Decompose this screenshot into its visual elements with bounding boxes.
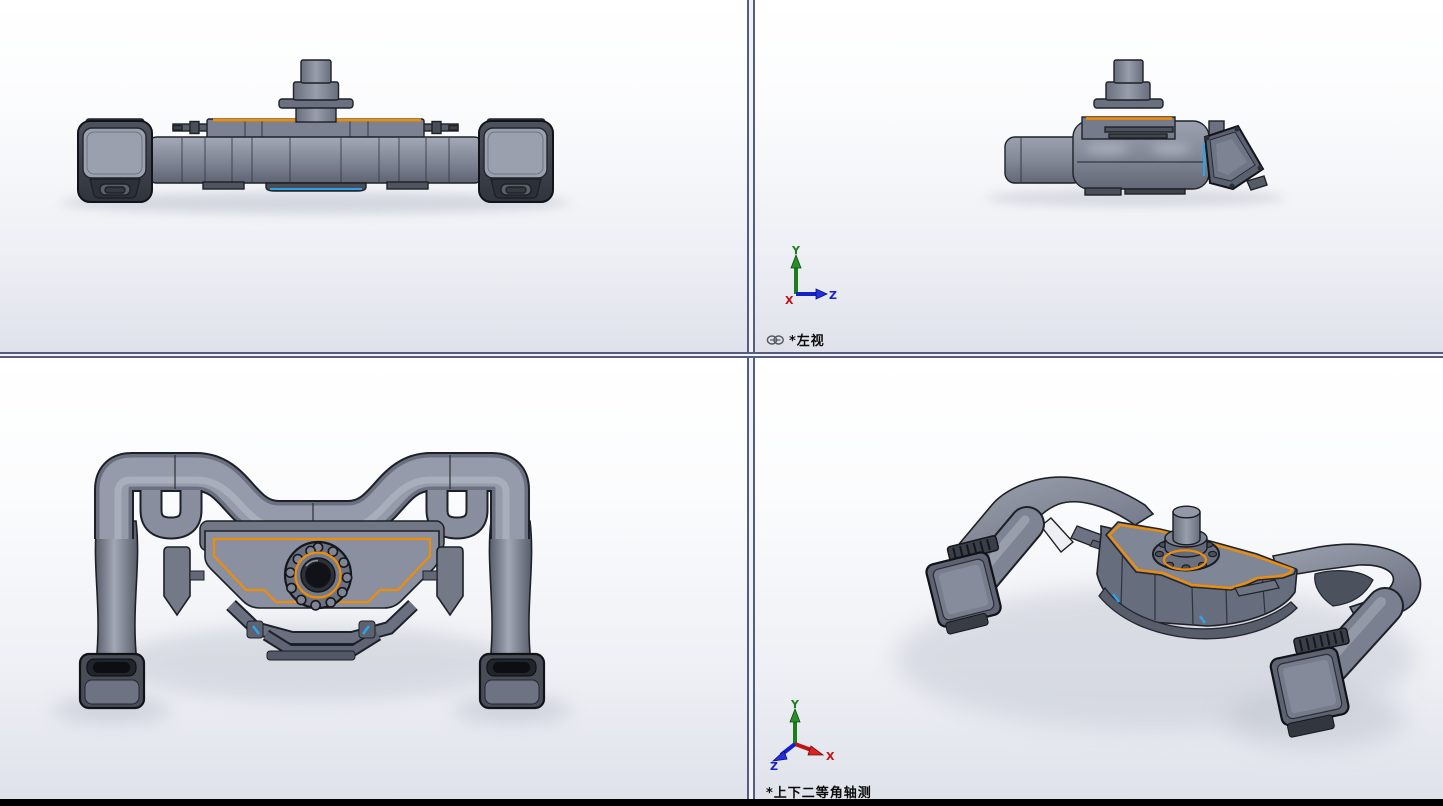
axis-z-label: Z: [829, 289, 837, 302]
viewport-splitter-vertical[interactable]: [747, 0, 755, 799]
axis-triad: Y Z X: [785, 246, 837, 307]
axis-x-label: X: [785, 294, 794, 307]
top-view-part-drawing: [54, 452, 570, 723]
view-label-text: *上下二等角轴测: [766, 786, 872, 799]
viewport-left-view[interactable]: Y Z X *左视: [755, 0, 1443, 352]
left-view-part-drawing: [985, 59, 1285, 207]
view-label-dimetric-view: *上下二等角轴测: [766, 782, 872, 799]
axis-y-label: Y: [790, 700, 800, 711]
link-icon: [766, 334, 784, 345]
window-bottom-edge: [0, 799, 1443, 806]
viewport-splitter-horizontal[interactable]: [0, 352, 1443, 358]
view-label-left-view: *左视: [766, 330, 825, 349]
viewport-dimetric-view[interactable]: Y X Z *上下二等角轴测: [755, 358, 1443, 799]
dimetric-view-part-drawing: [895, 476, 1422, 748]
view-label-text: *左视: [789, 334, 825, 349]
axis-triad: Y X Z: [770, 700, 835, 770]
front-view-part-drawing: [60, 59, 570, 214]
viewport-front-view[interactable]: [0, 0, 748, 352]
axis-x-label: X: [826, 750, 835, 763]
solidworks-four-viewport-area: Y Z X *左视 Y X Z *上下二等角轴测: [0, 0, 1443, 806]
axis-y-label: Y: [791, 246, 801, 257]
viewport-top-view[interactable]: [0, 358, 748, 799]
axis-z-label: Z: [770, 760, 778, 770]
